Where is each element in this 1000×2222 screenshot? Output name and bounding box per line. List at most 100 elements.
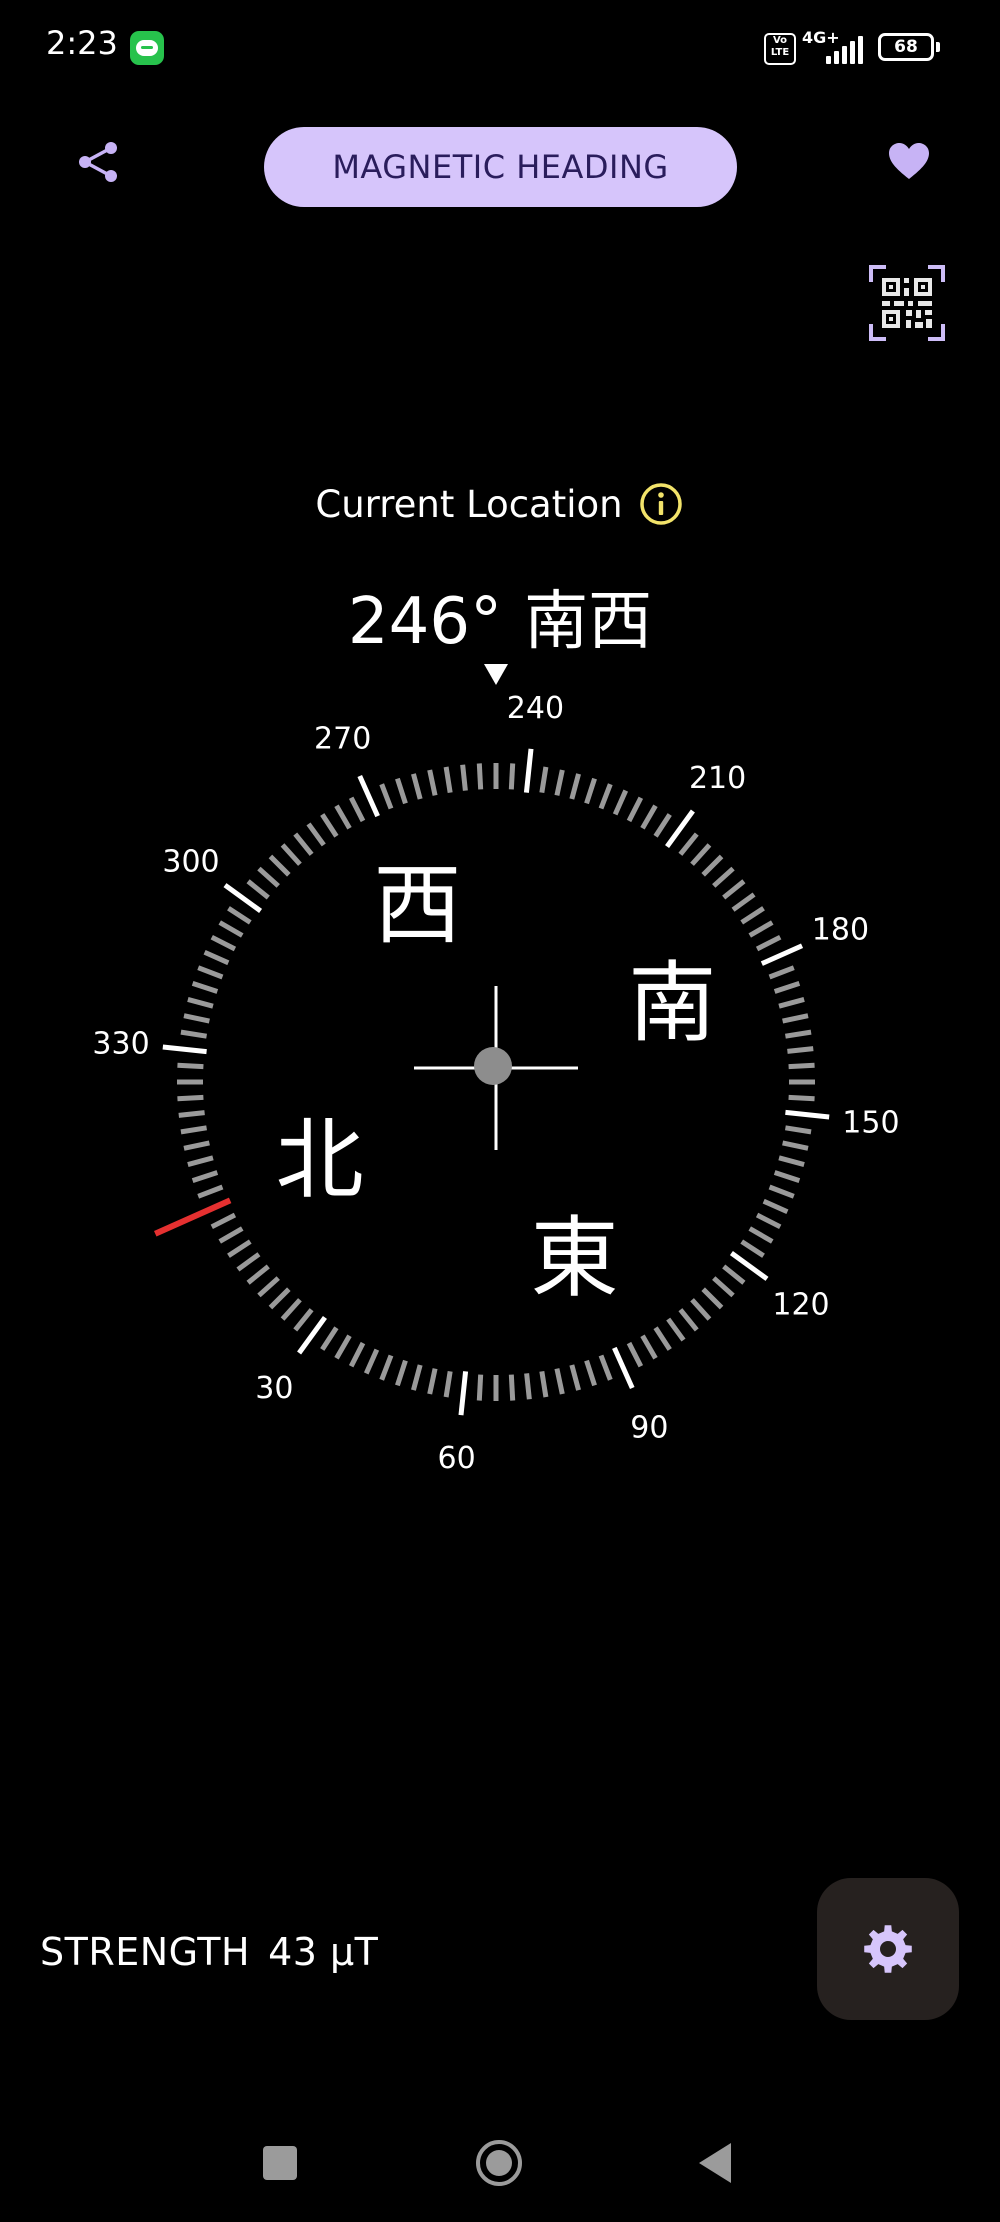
- minor-tick: [183, 1013, 210, 1024]
- minor-tick: [257, 1276, 280, 1298]
- system-nav-bar: [0, 2100, 1000, 2222]
- minor-tick: [785, 1029, 812, 1039]
- minor-tick: [569, 1364, 581, 1391]
- minor-tick: [203, 949, 230, 966]
- minor-tick: [268, 1287, 291, 1310]
- minor-tick: [280, 843, 302, 866]
- minor-tick: [293, 832, 314, 856]
- strength-label: STRENGTH: [40, 1930, 251, 1974]
- minor-tick: [785, 1125, 812, 1135]
- minor-tick: [678, 1308, 699, 1332]
- minor-tick: [612, 789, 629, 816]
- tick-label: 60: [437, 1441, 475, 1476]
- minor-tick: [722, 1264, 746, 1285]
- minor-tick: [640, 1334, 658, 1360]
- minor-tick: [755, 1212, 782, 1230]
- minor-tick: [180, 1125, 207, 1135]
- qr-scan-button[interactable]: [866, 262, 948, 344]
- minor-tick: [653, 813, 672, 838]
- share-button[interactable]: [70, 134, 126, 190]
- compass-dial[interactable]: 240 270 300 330 30 60 90 120 150 180 210 西南東 北: [0, 640, 1000, 1560]
- minor-tick: [395, 1359, 408, 1387]
- minor-tick: [712, 1276, 735, 1298]
- volte-icon: Vo LTE: [764, 33, 796, 65]
- minor-tick: [690, 843, 712, 866]
- minor-tick: [348, 1341, 366, 1368]
- minor-tick: [740, 1239, 765, 1258]
- minor-tick: [787, 1046, 814, 1054]
- minor-tick: [768, 1184, 795, 1199]
- minor-tick: [755, 934, 782, 952]
- minor-tick: [257, 866, 280, 888]
- current-location-row[interactable]: Current Location: [0, 482, 1000, 526]
- major-tick: [458, 1371, 469, 1416]
- major-tick: [523, 748, 534, 793]
- tick-label: 120: [772, 1288, 829, 1323]
- minor-tick: [218, 920, 244, 938]
- share-icon: [79, 142, 117, 182]
- cardinal-north: 北: [276, 1109, 364, 1212]
- tick-label: 240: [507, 691, 564, 726]
- minor-tick: [306, 822, 326, 847]
- minor-tick: [246, 1264, 270, 1285]
- home-icon[interactable]: [474, 2138, 524, 2188]
- tick-label: 150: [842, 1105, 899, 1140]
- back-icon[interactable]: [695, 2140, 735, 2186]
- minor-tick: [768, 965, 795, 980]
- tick-label: 300: [162, 844, 219, 879]
- battery-cap: [936, 42, 940, 52]
- minor-tick: [191, 1170, 219, 1183]
- minor-tick: [476, 1374, 484, 1401]
- minor-tick: [539, 766, 549, 793]
- recent-apps-icon[interactable]: [263, 2146, 297, 2180]
- heading-pointer-icon: [484, 664, 508, 685]
- cardinal-east: 東: [530, 1206, 618, 1309]
- minor-tick: [584, 777, 597, 805]
- minor-tick: [280, 1298, 302, 1321]
- status-time: 2:23: [46, 24, 118, 62]
- minor-tick: [773, 1170, 801, 1183]
- minor-tick: [363, 1348, 380, 1375]
- minor-tick: [788, 1094, 815, 1102]
- minor-tick: [701, 1287, 724, 1310]
- minor-tick: [293, 1308, 314, 1332]
- settings-button[interactable]: [817, 1878, 959, 2020]
- minor-tick: [626, 1341, 644, 1368]
- minor-tick: [379, 1354, 394, 1381]
- major-tick: [760, 943, 804, 966]
- major-tick: [785, 1109, 830, 1120]
- signal-icon: [826, 36, 864, 64]
- info-icon[interactable]: [639, 482, 683, 526]
- minor-tick: [183, 1140, 210, 1151]
- minor-tick: [268, 854, 291, 877]
- favorite-button[interactable]: [878, 130, 940, 192]
- minor-tick: [187, 1155, 214, 1167]
- magnetic-heading-label: MAGNETIC HEADING: [332, 148, 669, 186]
- qr-code-icon: [869, 265, 945, 341]
- magnetic-heading-button[interactable]: MAGNETIC HEADING: [264, 127, 737, 207]
- level-bubble: [474, 1047, 512, 1085]
- minor-tick: [379, 783, 394, 810]
- major-tick: [357, 774, 380, 818]
- minor-tick: [210, 934, 237, 952]
- minor-tick: [395, 777, 408, 805]
- minor-tick: [177, 1094, 204, 1102]
- minor-tick: [334, 1334, 352, 1360]
- minor-tick: [443, 766, 453, 793]
- north-marker: [154, 1197, 232, 1237]
- minor-tick: [778, 997, 805, 1009]
- minor-tick: [640, 804, 658, 830]
- tick-label: 270: [314, 722, 371, 757]
- tick-label: 90: [630, 1410, 668, 1445]
- cardinal-west: 西: [373, 854, 461, 957]
- minor-tick: [598, 783, 613, 810]
- minor-tick: [187, 997, 214, 1009]
- minor-tick: [348, 796, 366, 823]
- minor-tick: [539, 1371, 549, 1398]
- minor-tick: [411, 1364, 423, 1391]
- minor-tick: [731, 892, 756, 912]
- gear-icon: [864, 1925, 912, 1973]
- status-bar: 2:23 Vo LTE 4G+ 68: [0, 0, 1000, 100]
- minor-tick: [524, 1373, 532, 1400]
- minor-tick: [177, 1062, 204, 1070]
